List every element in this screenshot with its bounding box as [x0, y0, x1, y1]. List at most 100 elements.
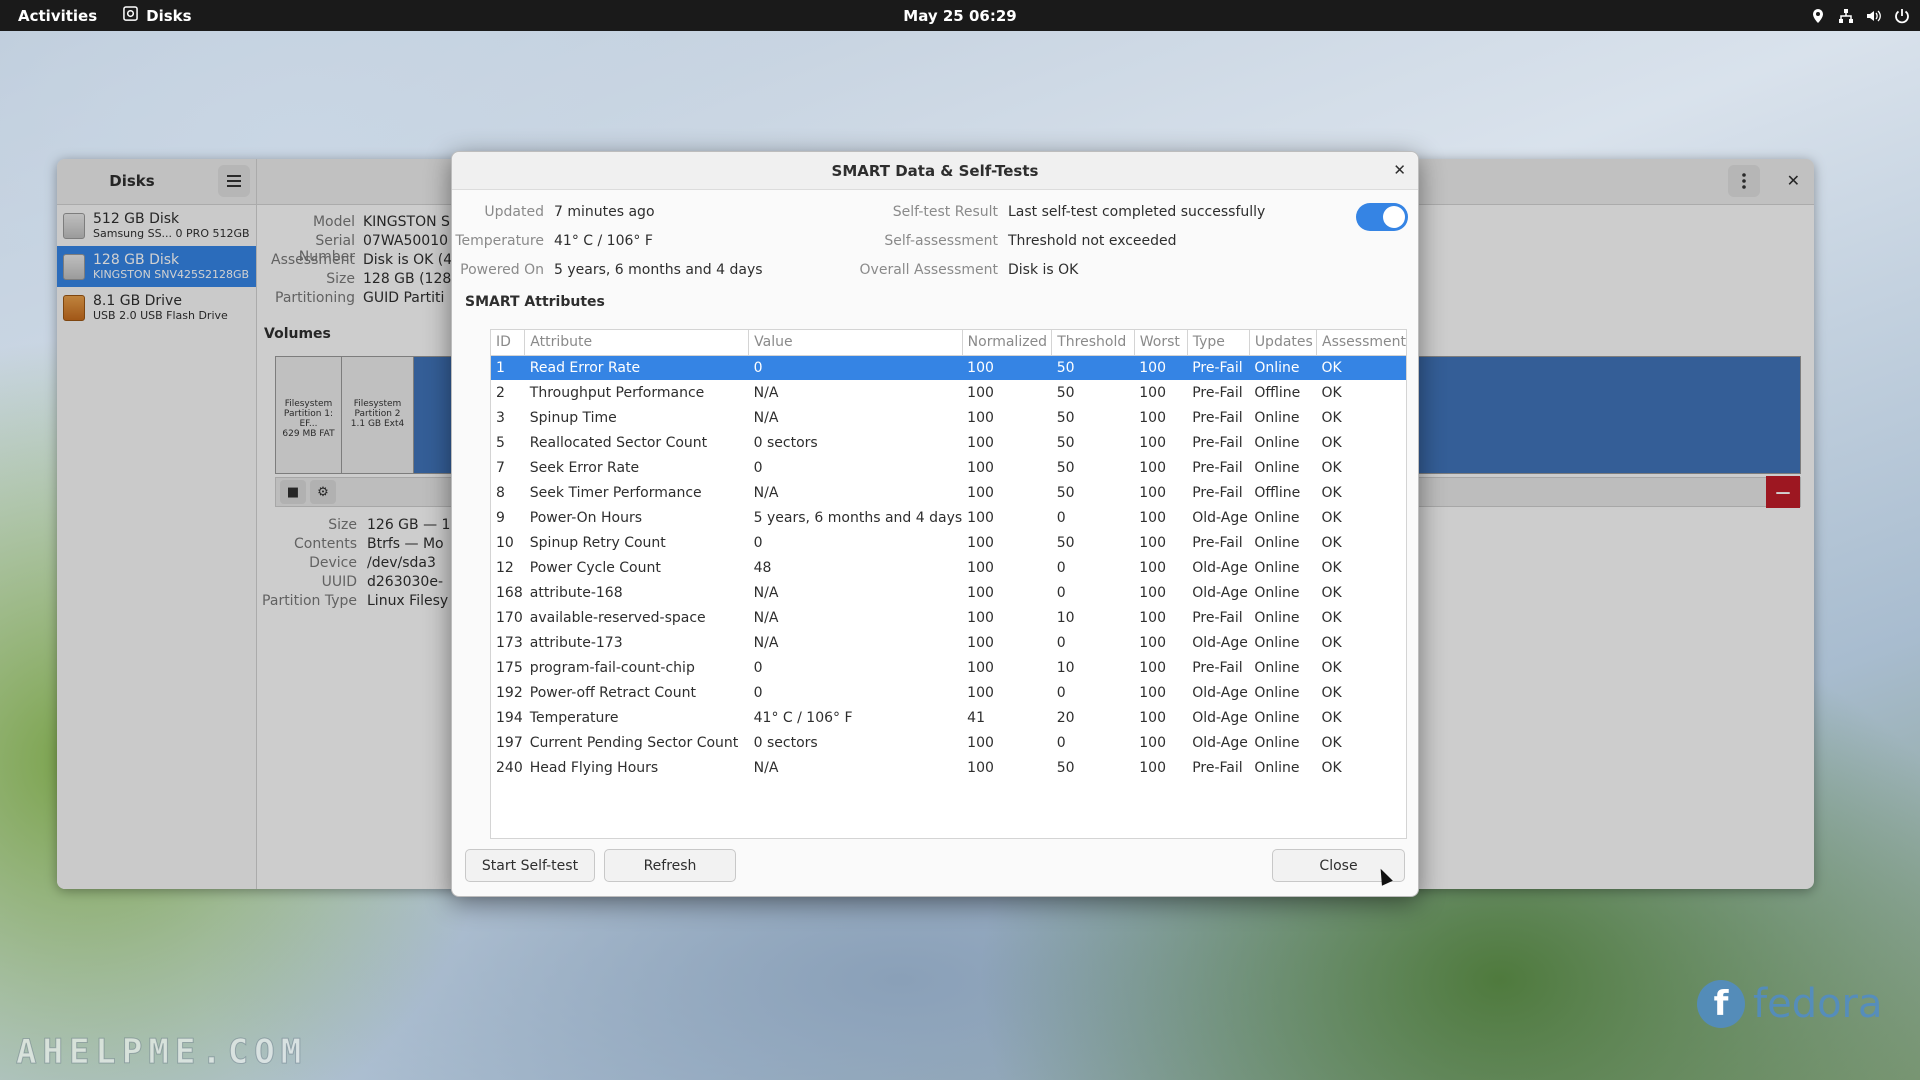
table-cell: 50	[1056, 459, 1075, 476]
info-value: Btrfs — Mo	[367, 536, 444, 552]
table-row[interactable]: 10 Spinup Retry Count 0 100 50 100 Pre-Fail Onl…	[491, 530, 1406, 555]
column-header[interactable]: Normalized	[962, 330, 1053, 356]
table-cell: Throughput Performance	[529, 384, 705, 401]
partition-2[interactable]: Filesystem Partition 2 1.1 GB Ext4	[342, 357, 414, 473]
volume-info: Size 126 GB — 1 Contents Btrfs — Mo Device…	[257, 517, 450, 612]
table-cell: 100	[967, 584, 994, 601]
table-row[interactable]: 1 Read Error Rate 0 100 50 100 Pre-Fail Online O…	[491, 355, 1406, 380]
table-cell: OK	[1321, 684, 1342, 701]
table-cell: OK	[1321, 409, 1342, 426]
table-cell: 50	[1051, 355, 1135, 380]
delete-partition-button[interactable]: —	[1766, 476, 1800, 508]
table-row[interactable]: 175 program-fail-count-chip 0 100 10 100 Pre-F…	[491, 655, 1406, 680]
table-cell: 20	[1056, 709, 1075, 726]
column-header[interactable]: Updates	[1249, 330, 1318, 356]
disk-drive-icon	[63, 212, 85, 239]
drive-item-usb[interactable]: 8.1 GB Drive USB 2.0 USB Flash Drive	[57, 287, 256, 328]
column-header[interactable]: ID	[491, 330, 526, 356]
drive-options-button[interactable]	[1728, 165, 1760, 197]
table-row[interactable]: 2 Throughput Performance N/A 100 50 100 Pre-Fa…	[491, 380, 1406, 405]
table-cell: 0	[753, 459, 763, 476]
info-label: Device	[309, 555, 357, 571]
kebab-icon	[1742, 173, 1746, 189]
table-cell: 100	[1139, 634, 1166, 651]
table-cell: 0	[748, 355, 963, 380]
clock[interactable]: May 25 06:29	[0, 7, 1920, 25]
column-header[interactable]: Type	[1187, 330, 1250, 356]
table-cell: OK	[1321, 559, 1342, 576]
partition-line: Partition 2	[354, 409, 401, 419]
table-cell: OK	[1321, 584, 1342, 601]
table-row[interactable]: 168 attribute-168 N/A 100 0 100 Old-Age Online O…	[491, 580, 1406, 605]
selfassessment-label: Self-assessment	[884, 233, 998, 249]
drive-item-128gb[interactable]: 128 GB Disk KINGSTON SNV425S2128GB	[57, 246, 256, 287]
column-header[interactable]: Assessment	[1316, 330, 1406, 356]
info-value: GUID Partiti	[363, 290, 445, 306]
table-row[interactable]: 5 Reallocated Sector Count 0 sectors 100 50 1…	[491, 430, 1406, 455]
table-cell: 100	[1139, 434, 1166, 451]
column-header[interactable]: Value	[748, 330, 963, 356]
table-row[interactable]: 170 available-reserved-space N/A 100 10 100 Pr…	[491, 605, 1406, 630]
close-icon[interactable]: ✕	[1393, 161, 1406, 179]
table-row[interactable]: 192 Power-off Retract Count 0 100 0 100 Old-Ag…	[491, 680, 1406, 705]
table-cell: 7	[496, 459, 505, 476]
table-cell: Seek Error Rate	[529, 459, 640, 476]
volumes-title: Volumes	[264, 326, 331, 342]
table-cell: 100	[1139, 684, 1166, 701]
table-cell: 50	[1056, 759, 1075, 776]
table-body: 1 Read Error Rate 0 100 50 100 Pre-Fail Online O…	[491, 355, 1406, 780]
table-row[interactable]: 197 Current Pending Sector Count 0 sectors…	[491, 730, 1406, 755]
partition-1[interactable]: Filesystem Partition 1: EF... 629 MB FAT	[276, 357, 342, 473]
refresh-button[interactable]: Refresh	[604, 849, 736, 882]
table-cell: OK	[1321, 484, 1342, 501]
table-row[interactable]: 7 Seek Error Rate 0 100 50 100 Pre-Fail Online O…	[491, 455, 1406, 480]
table-row[interactable]: 3 Spinup Time N/A 100 50 100 Pre-Fail Online OK	[491, 405, 1406, 430]
info-value: 07WA50010	[363, 233, 449, 249]
main-menu-button[interactable]	[218, 165, 250, 197]
table-cell: Pre-Fail	[1192, 759, 1243, 776]
disks-app-icon	[123, 6, 138, 25]
table-row[interactable]: 8 Seek Timer Performance N/A 100 50 100 Pre-Fa…	[491, 480, 1406, 505]
app-menu[interactable]: Disks	[115, 6, 192, 25]
table-cell: 0 sectors	[753, 734, 818, 751]
activities-button[interactable]: Activities	[0, 7, 115, 25]
table-row[interactable]: 194 Temperature 41° C / 106° F 41 20 100 Old-A…	[491, 705, 1406, 730]
table-cell: 175	[496, 659, 523, 676]
stop-icon[interactable]: ■	[280, 480, 306, 504]
table-cell: 50	[1056, 534, 1075, 551]
table-row[interactable]: 9 Power-On Hours 5 years, 6 months and 4 d…	[491, 505, 1406, 530]
table-cell: Pre-Fail	[1192, 484, 1243, 501]
table-cell: Online	[1254, 434, 1300, 451]
table-cell: OK	[1321, 659, 1342, 676]
start-selftest-button[interactable]: Start Self-test	[465, 849, 595, 882]
table-row[interactable]: 12 Power Cycle Count 48 100 0 100 Old-Age Onlin…	[491, 555, 1406, 580]
column-header[interactable]: Attribute	[524, 330, 750, 356]
selfassessment-value: Threshold not exceeded	[1008, 233, 1177, 249]
fedora-icon: f	[1697, 980, 1745, 1028]
gear-icon[interactable]: ⚙	[310, 480, 336, 504]
table-cell: Offline	[1254, 384, 1301, 401]
drive-item-512gb[interactable]: 512 GB Disk Samsung SS... 0 PRO 512GB	[57, 205, 256, 246]
drive-name: 128 GB Disk	[93, 252, 180, 268]
table-cell: 0 sectors	[753, 434, 818, 451]
table-cell: Old-Age	[1192, 684, 1248, 701]
table-cell: N/A	[753, 384, 779, 401]
table-cell: Head Flying Hours	[529, 759, 659, 776]
table-cell: 41° C / 106° F	[753, 709, 853, 726]
column-header[interactable]: Worst	[1134, 330, 1188, 356]
dialog-title: SMART Data & Self-Tests	[831, 162, 1039, 180]
system-tray[interactable]	[1810, 0, 1910, 31]
table-row[interactable]: 240 Head Flying Hours N/A 100 50 100 Pre-Fail O…	[491, 755, 1406, 780]
column-header[interactable]: Threshold	[1051, 330, 1135, 356]
info-label: Model	[312, 214, 355, 230]
table-cell: 100	[967, 634, 994, 651]
powered-on-value: 5 years, 6 months and 4 days	[554, 262, 763, 278]
close-icon[interactable]: ✕	[1787, 171, 1800, 190]
smart-attributes-table: ID Attribute Value Normalized Threshold Worst…	[490, 329, 1407, 839]
selftest-row: Self-test Result Last self-test complete…	[752, 204, 1266, 220]
table-row[interactable]: 173 attribute-173 N/A 100 0 100 Old-Age Online O…	[491, 630, 1406, 655]
table-cell: 0	[753, 534, 763, 551]
smart-enabled-toggle[interactable]	[1356, 203, 1408, 231]
selftest-value: Last self-test completed successfully	[1008, 204, 1266, 220]
partition-line: Filesystem	[353, 399, 402, 409]
